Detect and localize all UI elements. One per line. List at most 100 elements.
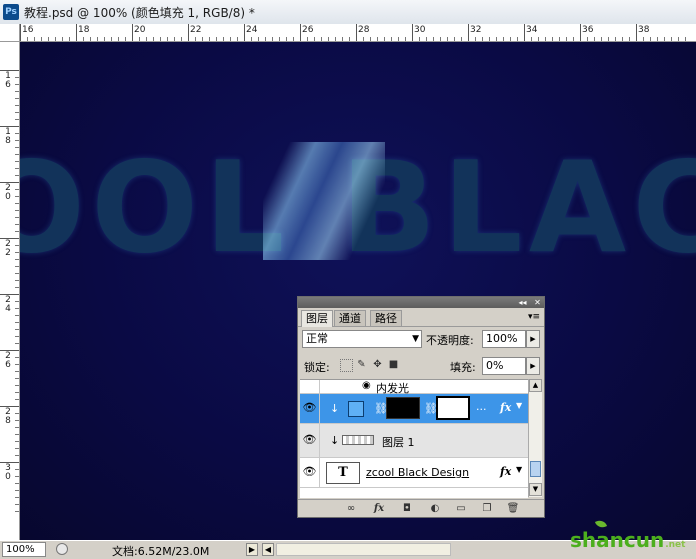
fill-input[interactable]: 0% bbox=[482, 357, 526, 375]
text-layer-thumbnail[interactable]: T bbox=[326, 462, 360, 484]
ruler-minor-tick bbox=[216, 37, 217, 41]
ruler-minor-tick bbox=[496, 37, 497, 41]
ruler-minor-tick bbox=[503, 37, 504, 41]
scroll-left-arrow-icon[interactable]: ◀ bbox=[262, 543, 274, 556]
ruler-minor-tick bbox=[15, 469, 19, 470]
layer-mask-thumbnail[interactable] bbox=[436, 396, 470, 420]
panel-header-bar[interactable]: ◂◂ ✕ bbox=[298, 297, 544, 308]
layers-scrollbar[interactable]: ▲ ▼ bbox=[528, 379, 542, 497]
ruler-minor-tick bbox=[391, 37, 392, 41]
ruler-minor-tick bbox=[160, 37, 161, 41]
ruler-minor-tick bbox=[461, 37, 462, 41]
panel-tabs: 图层 通道 路径 ▾≡ bbox=[298, 308, 544, 327]
ruler-minor-tick bbox=[15, 427, 19, 428]
layer-row-layer-1[interactable]: 👁 ↓ 图层 1 bbox=[300, 424, 528, 458]
ruler-minor-tick bbox=[237, 37, 238, 41]
ruler-minor-tick bbox=[15, 511, 19, 512]
lock-pixels-icon[interactable]: ✎ bbox=[356, 359, 367, 370]
blend-mode-select[interactable]: 正常 ▼ bbox=[302, 330, 422, 348]
ruler-minor-tick bbox=[489, 37, 490, 41]
trash-icon[interactable]: 🗑 bbox=[506, 503, 520, 515]
fill-slider-button[interactable]: ▶ bbox=[526, 357, 540, 375]
layer-name[interactable]: zcool Black Design bbox=[366, 466, 469, 479]
lock-all-icon[interactable]: ■ bbox=[388, 359, 399, 370]
ruler-minor-tick bbox=[447, 37, 448, 41]
chevron-down-icon: ▼ bbox=[412, 334, 419, 344]
layer-row-color-fill[interactable]: 👁 ↓ ⛓ ⛓ ... fx ▼ bbox=[300, 394, 528, 424]
blend-opacity-row: 正常 ▼ 不透明度: 100% ▶ bbox=[298, 327, 544, 351]
ruler-label: 16 bbox=[5, 71, 11, 90]
ruler-minor-tick bbox=[615, 37, 616, 41]
effect-visibility-slot bbox=[300, 380, 320, 393]
ruler-minor-tick bbox=[15, 420, 19, 421]
ruler-major-tick bbox=[468, 24, 469, 41]
tab-paths[interactable]: 路径 bbox=[370, 310, 402, 326]
folder-icon[interactable]: ▭ bbox=[454, 503, 468, 515]
canvas-artwork-text: OOL BLACK bbox=[20, 134, 696, 281]
opacity-slider-button[interactable]: ▶ bbox=[526, 330, 540, 348]
horizontal-ruler[interactable]: 16 18 20 22 24 26 28 30 32 34 36 38 bbox=[20, 24, 696, 42]
status-info-icon[interactable] bbox=[56, 543, 68, 555]
tab-layers[interactable]: 图层 bbox=[301, 310, 333, 327]
horizontal-scrollbar[interactable] bbox=[276, 543, 451, 556]
ruler-minor-tick bbox=[15, 280, 19, 281]
opacity-input[interactable]: 100% bbox=[482, 330, 526, 348]
zoom-level-field[interactable]: 100% bbox=[2, 542, 46, 557]
watermark-logo: shancun.net bbox=[570, 528, 686, 552]
lock-transparency-icon[interactable] bbox=[340, 359, 353, 372]
ruler-minor-tick bbox=[531, 37, 532, 41]
ruler-minor-tick bbox=[552, 37, 553, 41]
new-layer-icon[interactable]: ❐ bbox=[480, 503, 494, 515]
ruler-origin[interactable] bbox=[0, 24, 20, 42]
lock-position-icon[interactable]: ✥ bbox=[372, 359, 383, 370]
opacity-label: 不透明度: bbox=[426, 334, 474, 347]
lock-fill-row: 锁定: ✎ ✥ ■ 填充: 0% ▶ bbox=[298, 355, 544, 377]
expand-effects-icon[interactable]: ▼ bbox=[516, 401, 522, 410]
expand-effects-icon[interactable]: ▼ bbox=[516, 465, 522, 474]
eye-icon[interactable]: 👁 bbox=[300, 458, 320, 487]
fx-badge-icon[interactable]: fx bbox=[500, 401, 511, 414]
ruler-minor-tick bbox=[15, 476, 19, 477]
fill-color-thumbnail[interactable] bbox=[348, 401, 364, 417]
effect-eye-icon[interactable]: ◉ bbox=[362, 380, 371, 391]
panel-menu-icon[interactable]: ▾≡ bbox=[528, 312, 540, 322]
scrollbar-thumb[interactable] bbox=[530, 461, 541, 477]
ruler-minor-tick bbox=[258, 37, 259, 41]
close-panel-icon[interactable]: ✕ bbox=[533, 298, 542, 307]
effect-row-inner-glow[interactable]: ◉ 内发光 bbox=[300, 380, 528, 395]
adjustment-icon[interactable]: ◐ bbox=[428, 503, 442, 515]
ruler-minor-tick bbox=[15, 154, 19, 155]
ruler-minor-tick bbox=[15, 266, 19, 267]
fx-icon[interactable]: fx bbox=[372, 503, 386, 515]
ruler-minor-tick bbox=[475, 37, 476, 41]
link-icon[interactable]: ∞ bbox=[344, 503, 358, 515]
ruler-minor-tick bbox=[111, 37, 112, 41]
scroll-down-icon[interactable]: ▼ bbox=[529, 483, 542, 496]
vertical-ruler[interactable]: 16 18 20 22 24 26 28 30 bbox=[0, 42, 20, 540]
document-size-info[interactable]: 文档:6.52M/23.0M bbox=[112, 543, 209, 559]
ruler-minor-tick bbox=[15, 497, 19, 498]
layer-name[interactable]: 图层 1 bbox=[382, 434, 415, 450]
ruler-minor-tick bbox=[15, 84, 19, 85]
ruler-minor-tick bbox=[349, 37, 350, 41]
scroll-up-icon[interactable]: ▲ bbox=[529, 379, 542, 392]
document-title: 教程.psd @ 100% (颜色填充 1, RGB/8) * bbox=[24, 6, 255, 20]
ruler-minor-tick bbox=[15, 224, 19, 225]
ruler-minor-tick bbox=[608, 37, 609, 41]
ruler-minor-tick bbox=[678, 37, 679, 41]
collapse-panel-icon[interactable]: ◂◂ bbox=[518, 298, 527, 307]
ruler-label: 36 bbox=[582, 25, 594, 35]
fx-badge-icon[interactable]: fx bbox=[500, 465, 511, 478]
tab-channels[interactable]: 通道 bbox=[334, 310, 366, 326]
ruler-minor-tick bbox=[15, 371, 19, 372]
eye-icon[interactable]: 👁 bbox=[300, 394, 320, 423]
eye-icon[interactable]: 👁 bbox=[300, 424, 320, 457]
mask-icon[interactable]: ◘ bbox=[400, 503, 414, 515]
ruler-label: 24 bbox=[246, 25, 258, 35]
layer-thumbnail[interactable] bbox=[342, 435, 374, 445]
vector-mask-thumbnail[interactable] bbox=[386, 397, 420, 419]
status-menu-arrow-icon[interactable]: ▶ bbox=[246, 543, 258, 556]
layers-bottom-toolbar: ∞ fx ◘ ◐ ▭ ❐ 🗑 bbox=[298, 499, 544, 518]
ruler-minor-tick bbox=[15, 77, 19, 78]
layer-row-text[interactable]: 👁 T zcool Black Design fx ▼ bbox=[300, 458, 528, 488]
